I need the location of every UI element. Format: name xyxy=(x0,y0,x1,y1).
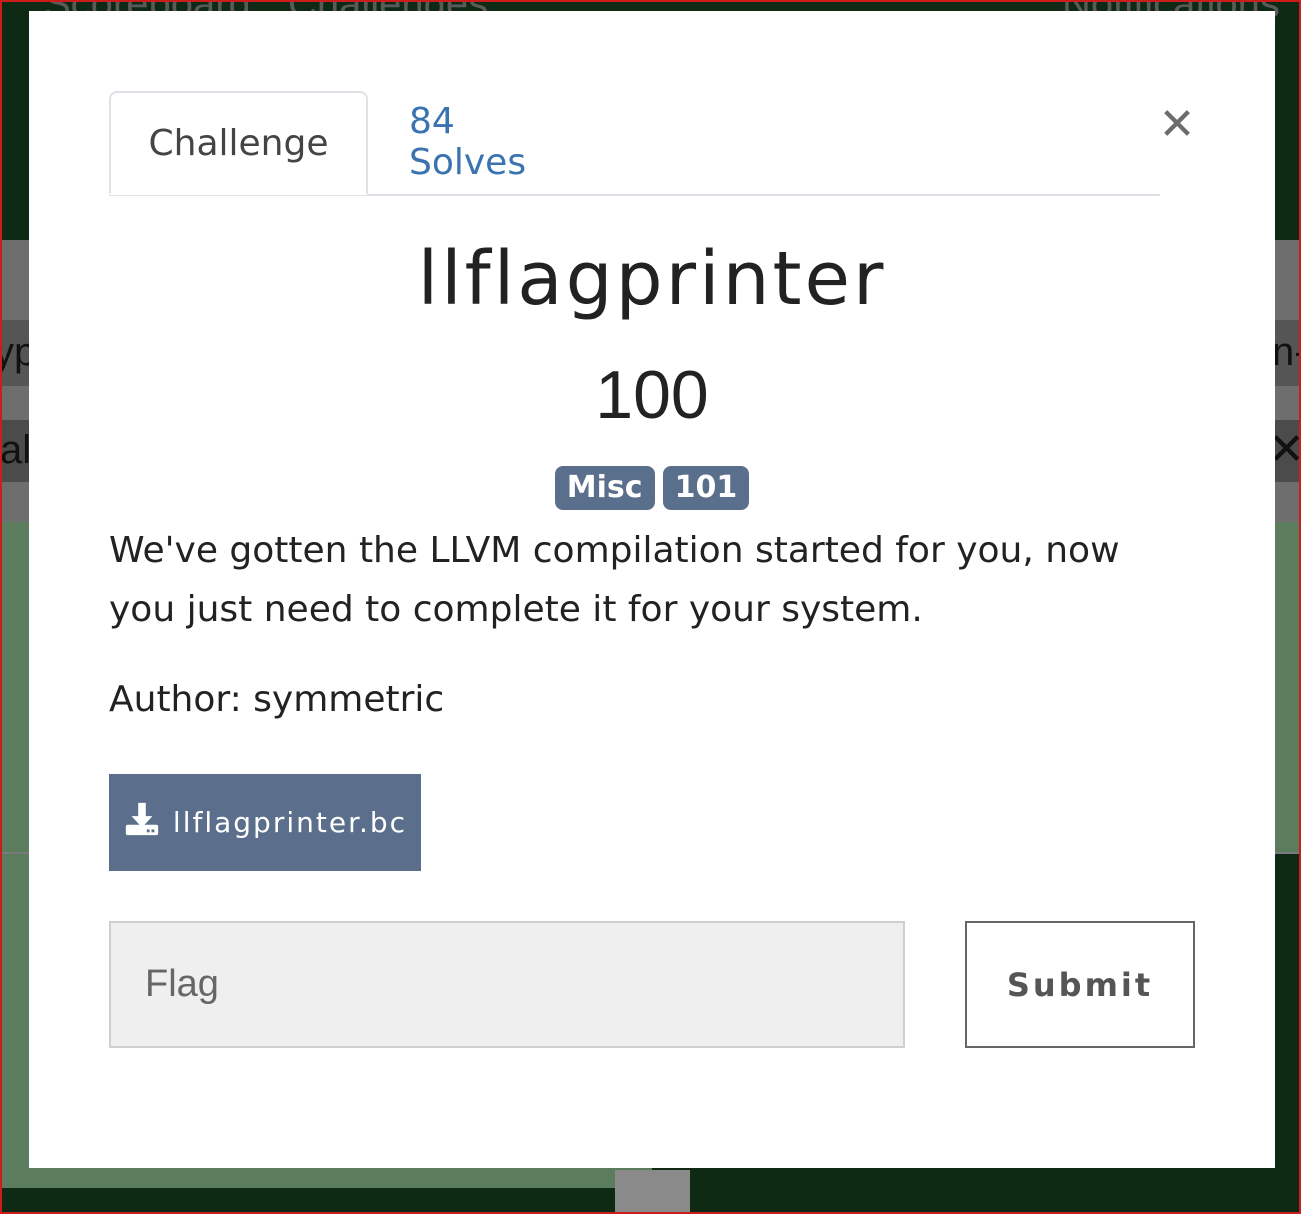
bg-footer-right xyxy=(690,1188,1301,1214)
challenge-title: llflagprinter xyxy=(417,236,887,322)
challenge-author: Author: symmetric xyxy=(109,679,445,720)
flag-input[interactable] xyxy=(109,921,905,1048)
tab-solves[interactable]: 84 Solves xyxy=(409,91,579,193)
challenge-modal: Challenge 84 Solves ✕ llflagprinter 100 … xyxy=(29,11,1275,1168)
file-name: llflagprinter.bc xyxy=(172,806,408,839)
bg-footer-left xyxy=(0,1188,615,1214)
challenge-points: 100 xyxy=(595,357,709,433)
tag-category: Misc xyxy=(554,466,655,510)
file-download-button[interactable]: llflagprinter.bc xyxy=(109,774,421,871)
challenge-description: We've gotten the LLVM compilation starte… xyxy=(109,530,1120,630)
tag-level: 101 xyxy=(662,466,750,510)
tab-challenge[interactable]: Challenge xyxy=(109,91,368,195)
bg-category-right: n- xyxy=(1272,330,1301,374)
submit-button[interactable]: Submit xyxy=(965,921,1195,1048)
download-icon xyxy=(123,800,161,845)
close-icon[interactable]: ✕ xyxy=(1157,103,1197,147)
tag-list: Misc 101 xyxy=(29,466,1275,510)
modal-tabs: Challenge 84 Solves xyxy=(109,91,1160,196)
bg-footer-gap xyxy=(615,1170,690,1214)
bg-header-left: al xyxy=(0,428,32,472)
